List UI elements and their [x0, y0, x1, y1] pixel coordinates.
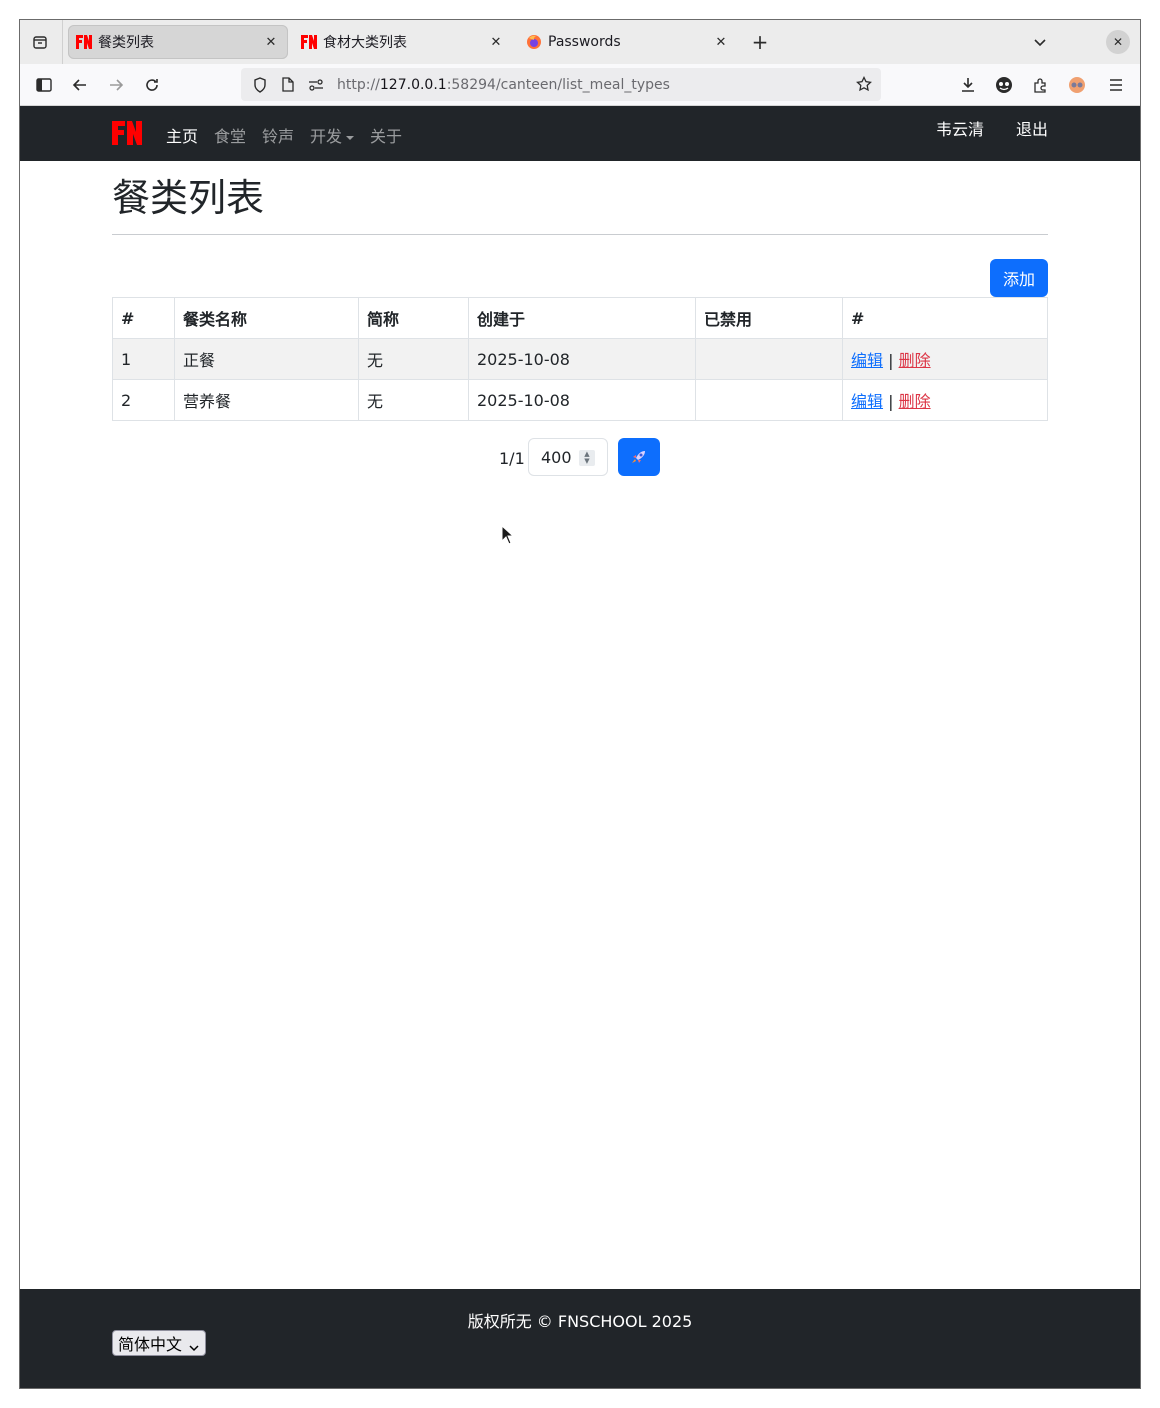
table-row: 2 营养餐 无 2025-10-08 编辑 | 删除 — [112, 379, 1048, 421]
tab-title: 餐类列表 — [98, 35, 154, 51]
reload-icon[interactable] — [140, 73, 164, 97]
cell-actions: 编辑 | 删除 — [842, 338, 1048, 380]
extension-mask-icon[interactable] — [1065, 73, 1089, 97]
nav-item-home[interactable]: 主页 — [166, 123, 198, 147]
cell-disabled — [695, 338, 843, 380]
extensions-icon[interactable] — [1028, 73, 1052, 97]
account-avatar-icon[interactable] — [992, 73, 1016, 97]
rocket-icon — [632, 451, 645, 463]
table-header-row: # 餐类名称 简称 创建于 已禁用 # — [112, 297, 1048, 339]
url-bar[interactable]: http://127.0.0.1:58294/canteen/list_meal… — [241, 68, 881, 101]
column-header-disabled: 已禁用 — [695, 297, 843, 339]
window-close-icon[interactable]: ✕ — [1106, 30, 1130, 54]
url-host: 127.0.0.1 — [379, 76, 447, 93]
table-row: 1 正餐 无 2025-10-08 编辑 | 删除 — [112, 338, 1048, 380]
url-scheme: http:// — [337, 76, 380, 93]
chevron-down-icon — [189, 1338, 199, 1357]
go-button[interactable] — [618, 438, 660, 476]
shield-icon[interactable] — [249, 74, 271, 96]
spinner-icon[interactable]: ▲ ▼ — [579, 450, 595, 466]
cell-name: 正餐 — [174, 338, 359, 380]
column-header-name: 餐类名称 — [174, 297, 359, 339]
cell-abbr: 无 — [358, 338, 469, 380]
action-separator: | — [883, 351, 899, 370]
cell-created: 2025-10-08 — [468, 379, 696, 421]
mouse-cursor-icon — [501, 524, 515, 549]
cell-created: 2025-10-08 — [468, 338, 696, 380]
fn-favicon-icon — [301, 34, 317, 50]
downloads-icon[interactable] — [956, 73, 980, 97]
caret-down-icon — [346, 135, 355, 140]
delete-link[interactable]: 删除 — [899, 351, 931, 370]
url-path: :58294/canteen/list_meal_types — [446, 76, 670, 93]
page-footer: 版权所无 © FNSCHOOL 2025 简体中文 — [20, 1289, 1140, 1388]
delete-link[interactable]: 删除 — [899, 392, 931, 411]
cell-id: 2 — [112, 379, 175, 421]
nav-item-dev-label: 开发 — [310, 127, 343, 146]
page-title: 餐类列表 — [112, 176, 265, 220]
cell-abbr: 无 — [358, 379, 469, 421]
close-tab-icon[interactable]: ✕ — [712, 33, 730, 51]
action-row: 添加 — [112, 235, 1048, 297]
language-value: 简体中文 — [118, 1335, 183, 1354]
sidebar-icon[interactable] — [32, 73, 56, 97]
close-tab-icon[interactable]: ✕ — [262, 33, 280, 51]
forward-icon[interactable] — [104, 73, 128, 97]
cell-name: 营养餐 — [174, 379, 359, 421]
language-select[interactable]: 简体中文 — [112, 1330, 206, 1356]
meal-types-table: # 餐类名称 简称 创建于 已禁用 # 1 正餐 无 2025-10-08 编辑… — [112, 297, 1048, 421]
nav-item-canteen[interactable]: 食堂 — [214, 123, 246, 147]
tab-title: 食材大类列表 — [323, 35, 407, 51]
fn-logo[interactable] — [112, 121, 142, 145]
page-size-value: 400 — [541, 447, 572, 467]
menu-icon[interactable] — [1104, 73, 1128, 97]
pagination: 1/1 400 ▲ ▼ — [112, 421, 1048, 493]
cell-disabled — [695, 379, 843, 421]
chevron-down-icon[interactable] — [1028, 30, 1052, 54]
tab-meal-types[interactable]: 餐类列表 ✕ — [68, 25, 288, 59]
tab-ingredient-categories[interactable]: 食材大类列表 ✕ — [293, 25, 513, 59]
column-header-created: 创建于 — [468, 297, 696, 339]
column-header-abbr: 简称 — [358, 297, 469, 339]
column-header-actions: # — [842, 297, 1048, 339]
nav-item-dev-dropdown[interactable]: 开发 — [310, 123, 355, 147]
back-icon[interactable] — [68, 73, 92, 97]
url-text[interactable]: http://127.0.0.1:58294/canteen/list_meal… — [337, 77, 670, 93]
user-name-link[interactable]: 韦云清 — [936, 116, 984, 140]
edit-link[interactable]: 编辑 — [851, 351, 883, 370]
app-navbar: 主页 食堂 铃声 开发 关于 韦云清 退出 — [20, 106, 1140, 161]
tab-separator — [62, 20, 63, 64]
page-info: 1/1 — [499, 449, 525, 468]
cell-actions: 编辑 | 删除 — [842, 379, 1048, 421]
add-button[interactable]: 添加 — [990, 259, 1048, 297]
column-header-index: # — [112, 297, 175, 339]
page-icon[interactable] — [277, 74, 299, 96]
copyright-text: 版权所无 © FNSCHOOL 2025 — [467, 1312, 693, 1331]
firefox-view-icon[interactable] — [26, 28, 54, 56]
cell-id: 1 — [112, 338, 175, 380]
fn-favicon-icon — [76, 34, 92, 50]
permissions-icon[interactable] — [305, 74, 327, 96]
close-tab-icon[interactable]: ✕ — [487, 33, 505, 51]
firefox-icon — [526, 34, 542, 50]
main-content: 餐类列表 添加 # 餐类名称 简称 创建于 已禁用 # 1 正餐 无 2025-… — [112, 161, 1048, 493]
browser-window: 餐类列表 ✕ 食材大类列表 ✕ Passwords ✕ + ✕ http://1… — [19, 19, 1141, 1389]
edit-link[interactable]: 编辑 — [851, 392, 883, 411]
tab-strip: 餐类列表 ✕ 食材大类列表 ✕ Passwords ✕ + ✕ — [20, 20, 1140, 64]
nav-item-about[interactable]: 关于 — [370, 123, 402, 147]
bookmark-star-icon[interactable] — [853, 73, 875, 95]
action-separator: | — [883, 392, 899, 411]
nav-toolbar: http://127.0.0.1:58294/canteen/list_meal… — [20, 64, 1140, 106]
tab-title: Passwords — [548, 34, 621, 50]
page-size-input[interactable]: 400 ▲ ▼ — [528, 438, 608, 476]
nav-item-ringtone[interactable]: 铃声 — [262, 123, 294, 147]
new-tab-icon[interactable]: + — [748, 30, 772, 54]
logout-link[interactable]: 退出 — [1016, 116, 1048, 140]
tab-passwords[interactable]: Passwords ✕ — [518, 25, 738, 59]
